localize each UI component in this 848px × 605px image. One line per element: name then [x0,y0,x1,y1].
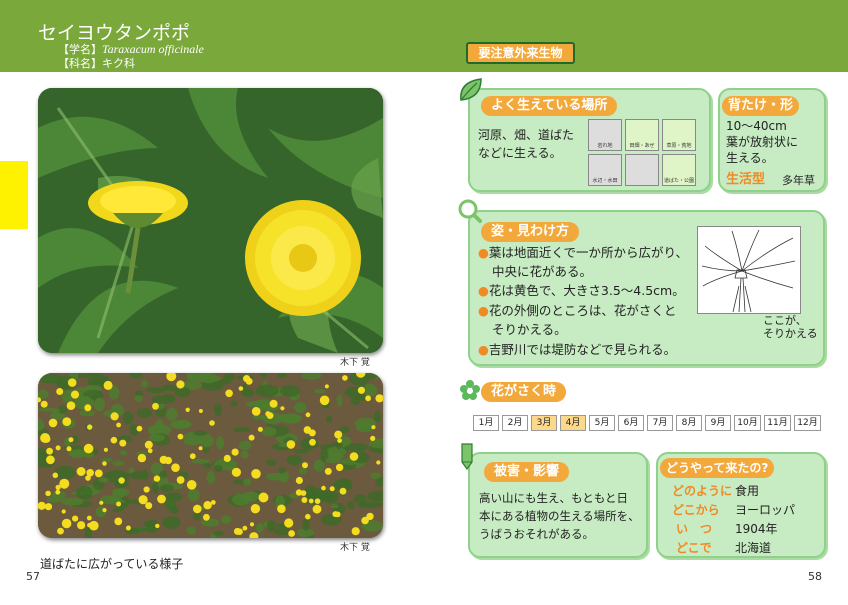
life-form-value: 多年草 [782,174,815,187]
month-cell: 7月 [647,415,673,431]
damage-line-2: 本にある植物の生える場所を、 [479,509,640,523]
scientific-name: 【学名】Taraxacum officinale [58,42,204,56]
shape-bullet-2: ●花は黄色で、大きさ3.5〜4.5cm。 [478,283,685,298]
shape-bullet-4: ●吉野川では堤防などで見られる。 [478,342,677,357]
habitat-cell: 田畑・あぜ [625,119,659,151]
shape-title: 姿・見わけ方 [481,222,580,242]
closeup-photo [38,88,383,353]
origin-key-when: い つ [676,522,713,536]
habitat-cell: 草原・荒地 [662,119,696,151]
month-cell: 8月 [676,415,702,431]
alien-species-badge: 要注意外来生物 [466,42,575,64]
height-line-3: 生える。 [726,151,774,165]
damage-title: 被害・影響 [484,462,570,482]
magnifier-icon [458,199,482,223]
index-tab [0,161,28,229]
origin-value-how: 食用 [735,484,760,498]
field-photo [38,373,383,538]
month-cell: 10月 [734,415,761,431]
shape-bullet-1-cont: 中央に花がある。 [492,264,593,279]
habitat-cell: 水辺・水田 [588,154,622,186]
origin-value-from: ヨーロッパ [735,503,796,517]
month-cell: 11月 [764,415,791,431]
shape-bullet-3: ●花の外側のところは、花がさくと [478,303,677,318]
pencil-icon [461,443,473,470]
species-name: セイヨウタンポポ [38,22,191,44]
height-line-1: 10〜40cm [726,119,787,133]
shape-bullet-1: ●葉は地面近くで一か所から広がり、 [478,245,689,260]
plant-illustration [697,226,801,314]
damage-line-3: うばうおそれがある。 [479,527,594,541]
month-bar: 1月 2月 3月 4月 5月 6月 7月 8月 9月 10月 11月 12月 [473,415,821,431]
month-cell: 6月 [618,415,644,431]
note-line-1: ここが、 [763,314,807,327]
page-number-left: 57 [26,570,40,583]
origin-value-when: 1904年 [735,522,778,536]
page-number-right: 58 [808,570,822,583]
height-title: 背たけ・形 [722,96,800,116]
month-cell: 4月 [560,415,586,431]
flowering-title: 花がさく時 [481,382,567,402]
damage-line-1: 高い山にも生え、もともと日 [479,491,629,505]
habitat-cell: 道ばた・公園 [662,154,696,186]
leaf-icon [460,78,482,101]
origin-value-where: 北海道 [735,541,772,555]
origin-key-where: どこで [676,541,712,555]
month-cell: 2月 [502,415,528,431]
note-line-2: そりかえる [763,327,818,340]
month-cell: 5月 [589,415,615,431]
habitat-text-1: 河原、畑、道ばた [478,128,575,142]
life-form-label: 生活型 [726,172,766,187]
origin-key-how: どのように [672,484,733,498]
habitat-cell [625,154,659,186]
family-name: 【科名】キク科 [58,57,135,70]
photo-credit-2: 木下 覚 [340,543,370,553]
shape-bullet-3-cont: そりかえる。 [492,322,567,337]
photo-credit-1: 木下 覚 [340,358,370,368]
habitat-text-2: などに生える。 [478,146,562,160]
month-cell: 12月 [794,415,821,431]
height-line-2: 葉が放射状に [726,135,799,149]
habitat-grid: 岩れ地 田畑・あぜ 草原・荒地 水辺・水田 道ばた・公園 [588,119,696,186]
photo-caption: 道ばたに広がっている様子 [40,557,184,571]
flower-icon [460,380,480,400]
habitat-cell: 岩れ地 [588,119,622,151]
month-cell: 1月 [473,415,499,431]
habitat-title: よく生えている場所 [481,96,618,116]
month-cell: 9月 [705,415,731,431]
origin-title: どうやって来たの? [660,458,775,478]
month-cell: 3月 [531,415,557,431]
origin-key-from: どこから [672,503,720,517]
